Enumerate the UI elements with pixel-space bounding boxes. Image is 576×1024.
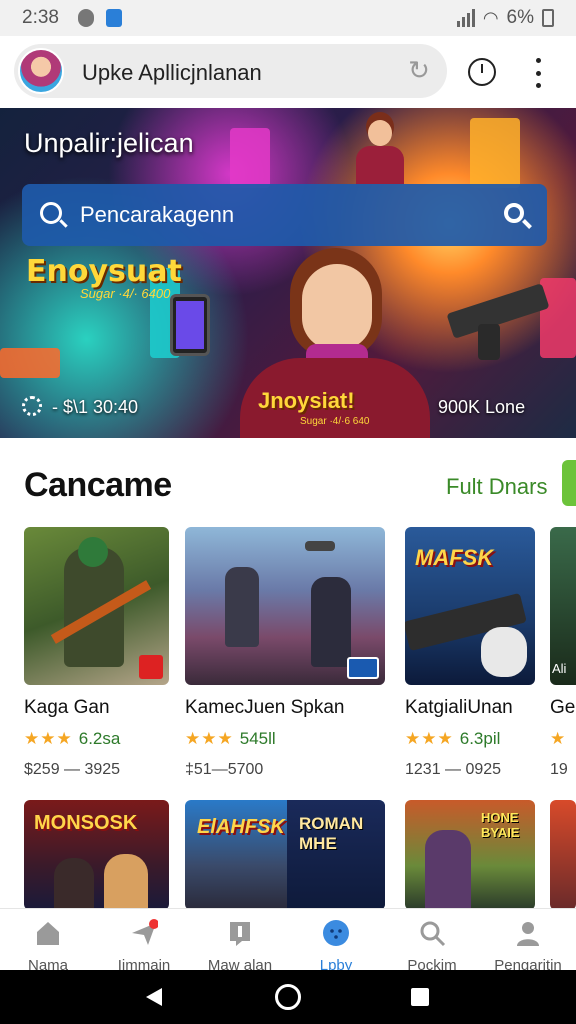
game-price: ‡51—5700	[185, 761, 264, 778]
game-title: Ge	[550, 697, 576, 718]
game-card-small[interactable]	[550, 800, 576, 910]
signal-icon	[456, 9, 475, 27]
game-logo-text: MAFSK	[415, 545, 494, 570]
game-title: KamecJuen Spkan	[185, 697, 345, 718]
game-card[interactable]: Kaga Gan ★★★ 6.2sa $259 — 3925	[24, 527, 169, 797]
nav-item-home[interactable]: Nama	[0, 909, 96, 974]
address-bar[interactable]: Upke Apllicjnlanan ↻	[14, 44, 447, 98]
site-avatar[interactable]	[18, 48, 64, 94]
hero-title: Unpalir:jelican	[24, 128, 194, 158]
section-title: Cancame	[24, 466, 172, 504]
nav-item-bookmark[interactable]: Maw alan	[192, 909, 288, 974]
game-thumbnail[interactable]	[24, 527, 169, 685]
hero-logo: Jnoysiat!	[258, 388, 355, 413]
hero-character-small	[352, 120, 408, 184]
gun-prop	[446, 283, 550, 360]
game-card-small[interactable]: HONE BYAIE	[405, 800, 535, 910]
app-notification-icon	[106, 9, 122, 27]
game-price: $259 — 3925	[24, 761, 121, 778]
star-rating-icon: ★	[550, 729, 567, 748]
see-all-link[interactable]: Fult Dnars	[446, 474, 547, 500]
game-price: 1231 — 0925	[405, 761, 502, 778]
nav-item-lobby[interactable]: Lpby	[288, 909, 384, 974]
game-title: Kaga Gan	[24, 697, 110, 718]
badge-icon	[347, 657, 379, 679]
face-icon	[323, 920, 349, 946]
game-card[interactable]: Ali Ge ★ 19	[550, 527, 576, 797]
game-thumbnail[interactable]	[185, 527, 385, 685]
search-icon	[420, 921, 446, 947]
system-navigation-bar	[0, 970, 576, 1024]
game-rating: ★	[550, 729, 572, 749]
game-rating: ★★★ 6.3pil	[405, 729, 501, 748]
nav-item-profile[interactable]: Pengaritin	[480, 909, 576, 974]
neon-sign	[0, 348, 60, 378]
search-icon	[40, 202, 62, 224]
address-text[interactable]: Upke Apllicjnlanan	[82, 60, 262, 86]
game-thumbnail[interactable]: Ali	[550, 527, 576, 685]
hero-meta-left: - $\1 30:40	[22, 396, 138, 418]
hero-search-bar[interactable]: Pencarakagenn	[22, 184, 547, 246]
nav-item-search[interactable]: Pockim	[384, 909, 480, 974]
more-menu-icon[interactable]	[530, 58, 546, 88]
hero-meta-left-text: - $\1 30:40	[52, 397, 139, 417]
badge-icon	[139, 655, 163, 679]
game-logo-text: HONE BYAIE	[481, 810, 520, 840]
battery-text: 6%	[506, 7, 534, 28]
neon-sign	[470, 118, 520, 188]
game-logo-text: ElAHFSK	[197, 816, 285, 838]
game-card-small[interactable]: ElAHFSK ROMAN MHE	[185, 800, 385, 910]
status-time: 2:38	[22, 7, 59, 28]
gear-icon	[22, 396, 42, 416]
battery-icon	[542, 9, 554, 27]
game-price: 19	[550, 761, 568, 778]
wifi-icon: ◠	[482, 7, 499, 28]
reload-icon[interactable]: ↻	[405, 56, 433, 84]
neon-sign	[230, 128, 270, 188]
browser-app-bar: Upke Apllicjnlanan ↻	[0, 36, 576, 108]
star-rating-icon: ★★★	[24, 729, 73, 748]
send-icon	[132, 919, 158, 945]
game-thumbnail[interactable]: MAFSK	[405, 527, 535, 685]
home-icon	[37, 922, 59, 945]
nav-item-send[interactable]: Ijmmain	[96, 909, 192, 974]
status-bar: 2:38 ◠ 6%	[0, 0, 576, 36]
hero-stat: 900K Lone	[438, 397, 526, 417]
hero-banner[interactable]: Unpalir:jelican Pencarakagenn Enoysuat S…	[0, 108, 576, 438]
recents-icon[interactable]	[411, 988, 429, 1006]
game-rating: ★★★ 545ll	[185, 729, 276, 748]
hero-game-sub: Sugar ·4/· 6400	[80, 286, 171, 301]
star-rating-icon: ★★★	[405, 729, 454, 748]
shield-status-icon	[78, 9, 94, 27]
back-icon[interactable]	[146, 988, 162, 1006]
game-rating: ★★★ 6.2sa	[24, 729, 121, 748]
search-submit-icon[interactable]	[499, 198, 533, 232]
section-header: Cancame Fult Dnars	[0, 438, 576, 528]
clock-icon[interactable]	[468, 58, 496, 86]
person-icon	[517, 922, 539, 946]
game-card[interactable]: KamecJuen Spkan ★★★ 545ll ‡51—5700	[185, 527, 385, 797]
hero-search-input[interactable]: Pencarakagenn	[80, 202, 234, 228]
game-logo-text: MONSOSK	[34, 812, 138, 834]
star-rating-icon: ★★★	[185, 729, 234, 748]
phone-prop	[170, 294, 210, 356]
game-thumb-label: Ali	[552, 661, 567, 676]
hero-logo-sub: Sugar ·4/·6 640	[300, 416, 370, 427]
bottom-navigation: Nama Ijmmain Maw alan Lpby Pockim Pengar…	[0, 908, 576, 974]
hero-game-name: Enoysuat	[26, 254, 182, 289]
game-card[interactable]: MAFSK KatgialiUnan ★★★ 6.3pil 1231 — 0925	[405, 527, 535, 797]
filter-chip[interactable]	[562, 460, 576, 506]
game-card-small[interactable]: MONSOSK	[24, 800, 169, 910]
home-circle-icon[interactable]	[275, 984, 301, 1010]
bookmark-icon	[230, 922, 250, 946]
game-title: KatgialiUnan	[405, 697, 513, 718]
game-logo-text: ROMAN MHE	[299, 814, 364, 853]
